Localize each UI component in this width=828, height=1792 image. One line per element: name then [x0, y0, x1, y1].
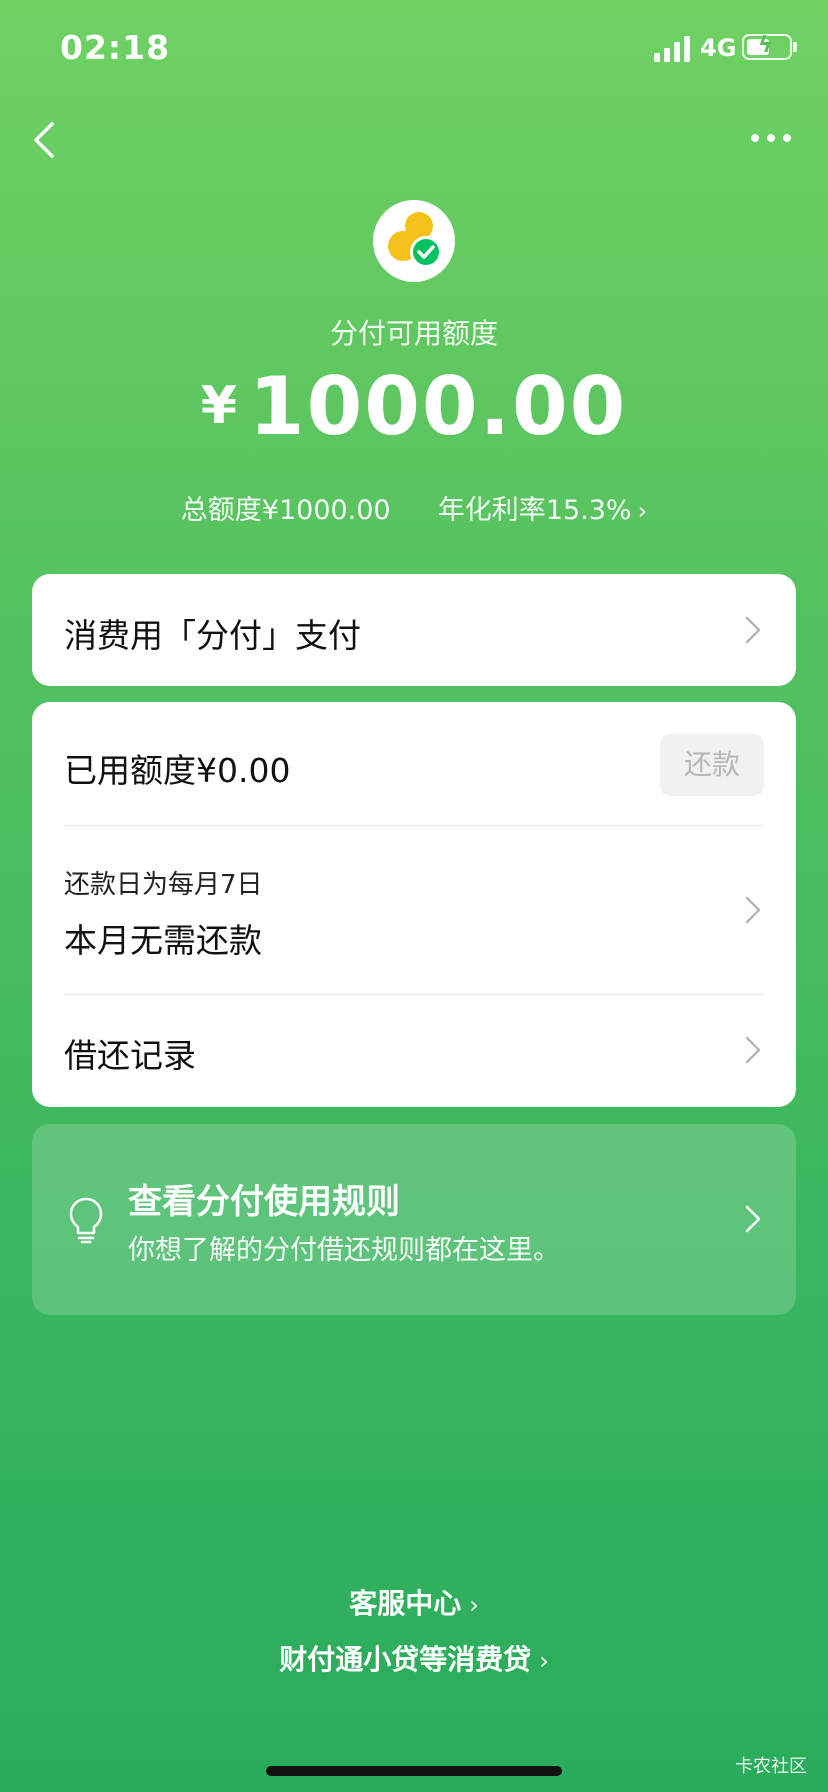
- available-limit-label: 分付可用额度: [329, 317, 498, 350]
- more-dots-icon[interactable]: [750, 130, 792, 146]
- chevron-right-icon: [745, 896, 761, 924]
- used-limit: 已用额度¥0.00: [64, 751, 291, 790]
- consumer-loan-label: 财付通小贷等消费贷: [279, 1643, 532, 1676]
- loan-records-label: 借还记录: [64, 1036, 196, 1075]
- fenfu-logo-icon: [373, 200, 455, 282]
- rules-title: 查看分付使用规则: [128, 1182, 400, 1222]
- back-chevron-icon[interactable]: [30, 118, 60, 162]
- lightbulb-icon: [69, 1197, 103, 1244]
- total-limit: 总额度¥1000.00: [180, 495, 391, 526]
- repayment-status: 本月无需还款: [64, 921, 262, 960]
- chevron-right-icon: ›: [539, 1647, 549, 1675]
- limit-info: 总额度¥1000.00 年化利率15.3% ›: [0, 488, 828, 527]
- consumer-loan-link[interactable]: 财付通小贷等消费贷 ›: [0, 1638, 828, 1678]
- network-type: 4G: [700, 34, 737, 62]
- home-indicator[interactable]: [266, 1766, 562, 1776]
- battery-icon: ϟ: [742, 33, 792, 60]
- watermark: 卡农社区: [735, 1756, 807, 1777]
- chevron-right-icon: [745, 616, 761, 644]
- currency-symbol: ¥: [200, 376, 239, 436]
- signal-icon: [654, 36, 690, 62]
- rules-description: 你想了解的分付借还规则都在这里。: [128, 1235, 560, 1266]
- repayment-day-row[interactable]: 还款日为每月7日 本月无需还款: [32, 826, 796, 994]
- repayment-day-caption: 还款日为每月7日: [64, 870, 263, 900]
- usage-card: 已用额度¥0.00 还款 还款日为每月7日 本月无需还款 借还记录: [32, 702, 796, 1107]
- pay-with-fenfu-label: 消费用「分付」支付: [64, 616, 361, 655]
- amount-value: 1000.00: [248, 360, 628, 453]
- chevron-right-icon: ›: [469, 1591, 479, 1619]
- customer-service-link[interactable]: 客服中心 ›: [0, 1582, 828, 1622]
- chevron-right-icon: [745, 1205, 761, 1233]
- pay-with-fenfu-row[interactable]: 消费用「分付」支付: [32, 574, 796, 686]
- battery-tip: [793, 42, 797, 52]
- chevron-right-icon: [745, 1036, 761, 1064]
- annual-rate-link[interactable]: 年化利率15.3% ›: [438, 495, 647, 526]
- status-time: 02:18: [60, 28, 171, 67]
- annual-rate: 年化利率15.3%: [437, 495, 632, 526]
- chevron-right-icon: ›: [637, 497, 648, 525]
- available-amount: ¥1000.00: [0, 360, 828, 453]
- usage-rules-banner[interactable]: 查看分付使用规则 你想了解的分付借还规则都在这里。: [32, 1124, 796, 1315]
- customer-service-label: 客服中心: [349, 1587, 462, 1620]
- loan-records-row[interactable]: 借还记录: [32, 995, 796, 1107]
- repay-button[interactable]: 还款: [660, 734, 764, 796]
